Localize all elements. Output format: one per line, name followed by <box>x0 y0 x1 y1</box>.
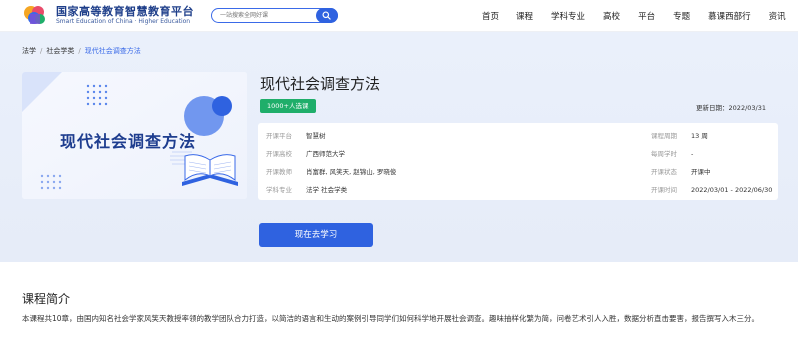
breadcrumb: 法学 / 社会学类 / 现代社会调查方法 <box>22 46 141 56</box>
info-label: 开课状态 <box>651 168 677 176</box>
search-icon <box>322 11 331 20</box>
start-learning-button[interactable]: 现在去学习 <box>259 223 373 247</box>
course-title: 现代社会调查方法 <box>260 75 381 93</box>
intro-heading: 课程简介 <box>22 292 71 306</box>
info-value-platform[interactable]: 智慧树 <box>306 132 326 140</box>
nav-platforms[interactable]: 平台 <box>638 10 655 22</box>
nav-topics[interactable]: 专题 <box>673 10 690 22</box>
intro-text: 本课程共10章，由国内知名社会学家风笑天教授率领的教学团队合力打造，以简洁的语言… <box>22 314 760 323</box>
enrollment-badge: 1000+人选课 <box>260 99 316 113</box>
nav-home[interactable]: 首页 <box>482 10 499 22</box>
info-label: 开课时间 <box>651 186 677 194</box>
breadcrumb-separator: / <box>78 47 81 55</box>
info-row: 开课教师 肖富群, 风笑天, 赵锦山, 罗晓俊 <box>266 166 396 176</box>
update-label: 更新日期： <box>696 104 729 112</box>
nav-universities[interactable]: 高校 <box>603 10 620 22</box>
logo-text[interactable]: 国家高等教育智慧教育平台 Smart Education of China · … <box>56 5 194 26</box>
nav-courses[interactable]: 课程 <box>516 10 533 22</box>
top-header: 国家高等教育智慧教育平台 Smart Education of China · … <box>0 0 798 32</box>
info-label: 每周学时 <box>651 150 677 158</box>
info-row: 开课平台 智慧树 <box>266 130 326 140</box>
info-value-weekly-hours: - <box>691 150 694 158</box>
search-input[interactable] <box>220 10 318 21</box>
info-label: 学科专业 <box>266 186 292 194</box>
info-value-duration: 13 周 <box>691 132 708 140</box>
search-box <box>211 8 338 23</box>
info-row: 学科专业 法学 社会学类 <box>266 184 347 194</box>
info-row: 开课高校 广西师范大学 <box>266 148 345 158</box>
breadcrumb-law[interactable]: 法学 <box>22 47 36 55</box>
info-label: 开课平台 <box>266 132 292 140</box>
info-value-discipline: 法学 社会学类 <box>306 186 348 194</box>
search-button[interactable] <box>316 8 338 23</box>
course-cover-image: 现代社会调查方法 <box>22 72 247 199</box>
info-value-status: 开课中 <box>691 168 711 176</box>
main-nav: 首页 课程 学科专业 高校 平台 专题 慕课西部行 资讯 <box>482 0 786 32</box>
info-label: 课程周期 <box>651 132 677 140</box>
nav-disciplines[interactable]: 学科专业 <box>551 10 585 22</box>
info-row: 课程周期 13 周 <box>651 130 708 140</box>
logo-title: 国家高等教育智慧教育平台 <box>56 5 194 18</box>
info-row: 每周学时 - <box>651 148 693 158</box>
course-hero: 法学 / 社会学类 / 现代社会调查方法 现代社会调查方法 现代社会调查方法 1… <box>0 32 798 262</box>
info-label: 开课教师 <box>266 168 292 176</box>
info-row: 开课时间 2022/03/01 - 2022/06/30 <box>651 184 772 194</box>
breadcrumb-current: 现代社会调查方法 <box>84 47 141 55</box>
logo-subtitle: Smart Education of China · Higher Educat… <box>56 18 191 25</box>
nav-news[interactable]: 资讯 <box>769 10 786 22</box>
update-date: 更新日期：2022/03/31 <box>696 102 766 112</box>
info-value-period: 2022/03/01 - 2022/06/30 <box>691 186 773 194</box>
breadcrumb-separator: / <box>40 47 43 55</box>
course-info-panel: 开课平台 智慧树 开课高校 广西师范大学 开课教师 肖富群, 风笑天, 赵锦山, 罗晓… <box>258 123 778 200</box>
info-value-university[interactable]: 广西师范大学 <box>306 150 345 158</box>
info-value-teachers: 肖富群, 风笑天, 赵锦山, 罗晓俊 <box>306 168 397 176</box>
platform-logo[interactable] <box>22 4 48 28</box>
update-value: 2022/03/31 <box>728 104 766 112</box>
info-row: 开课状态 开课中 <box>651 166 711 176</box>
nav-mooc-west[interactable]: 慕课西部行 <box>708 10 751 22</box>
info-label: 开课高校 <box>266 150 292 158</box>
cover-title: 现代社会调查方法 <box>60 132 197 151</box>
breadcrumb-sociology[interactable]: 社会学类 <box>46 47 74 55</box>
